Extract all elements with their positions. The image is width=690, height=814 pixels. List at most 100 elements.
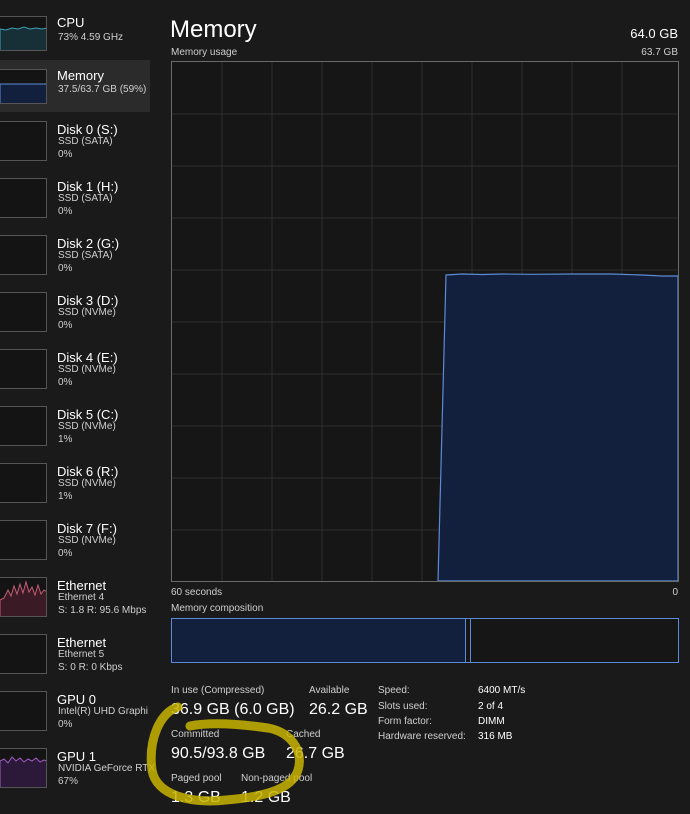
- cached-label: Cached: [286, 729, 321, 740]
- sidebar-item-usage: 0%: [58, 206, 73, 217]
- memory-thumbnail: [0, 69, 47, 104]
- sidebar-item-type: SSD (SATA): [58, 193, 113, 204]
- sidebar-item-disk-4[interactable]: Disk 4 (E:) SSD (NVMe) 0%: [0, 342, 150, 398]
- form-factor-value: DIMM: [478, 716, 505, 727]
- page-title: Memory: [170, 16, 257, 43]
- sidebar-item-ethernet-4[interactable]: Ethernet Ethernet 4 S: 1.8 R: 95.6 Mbps: [0, 570, 150, 626]
- sidebar-item-usage: 1%: [58, 491, 73, 502]
- sidebar-item-label: Disk 3 (D:): [57, 293, 119, 308]
- sidebar-item-disk-5[interactable]: Disk 5 (C:) SSD (NVMe) 1%: [0, 399, 150, 455]
- sidebar-item-usage: 1%: [58, 434, 73, 445]
- sidebar-item-type: SSD (NVMe): [58, 364, 116, 375]
- hardware-reserved-label: Hardware reserved:: [378, 731, 466, 742]
- hardware-reserved-value: 316 MB: [478, 731, 513, 742]
- slots-value: 2 of 4: [478, 701, 504, 712]
- sidebar-item-usage: 0%: [58, 548, 73, 559]
- memory-usage-label: Memory usage: [171, 47, 238, 58]
- graph-time-end: 0: [672, 587, 678, 598]
- sidebar-item-disk-1[interactable]: Disk 1 (H:) SSD (SATA) 0%: [0, 171, 150, 227]
- form-factor-label: Form factor:: [378, 716, 432, 727]
- sidebar-item-label: GPU 0: [57, 692, 97, 707]
- committed-value: 90.5/93.8 GB: [171, 745, 266, 762]
- non-paged-pool-label: Non-paged pool: [241, 773, 313, 784]
- sidebar-item-adapter: Ethernet 4: [58, 592, 105, 603]
- sidebar-item-disk-3[interactable]: Disk 3 (D:) SSD (NVMe) 0%: [0, 285, 150, 341]
- sidebar-item-throughput: S: 0 R: 0 Kbps: [58, 662, 123, 673]
- disk-5-thumbnail: [0, 406, 47, 446]
- sidebar-item-label: Disk 7 (F:): [57, 521, 117, 536]
- cached-value: 26.7 GB: [286, 745, 345, 762]
- sidebar-item-usage: 0%: [58, 149, 73, 160]
- sidebar-item-label: Disk 2 (G:): [57, 236, 120, 251]
- speed-label: Speed:: [378, 685, 410, 696]
- sidebar-item-type: SSD (NVMe): [58, 307, 116, 318]
- memory-usage-max: 63.7 GB: [641, 47, 678, 58]
- sidebar-item-throughput: S: 1.8 R: 95.6 Mbps: [58, 605, 147, 616]
- disk-3-thumbnail: [0, 292, 47, 332]
- sidebar-item-label: Disk 0 (S:): [57, 122, 118, 137]
- available-value: 26.2 GB: [309, 701, 368, 718]
- sidebar-item-model: NVIDIA GeForce RTX: [58, 763, 156, 774]
- slots-label: Slots used:: [378, 701, 428, 712]
- sidebar-item-type: SSD (SATA): [58, 250, 113, 261]
- cpu-thumbnail: [0, 16, 47, 51]
- sidebar-item-gpu-0[interactable]: GPU 0 Intel(R) UHD Graphi 0%: [0, 684, 150, 740]
- sidebar-item-type: SSD (SATA): [58, 136, 113, 147]
- sidebar-item-disk-2[interactable]: Disk 2 (G:) SSD (SATA) 0%: [0, 228, 150, 284]
- sidebar-item-ethernet-5[interactable]: Ethernet Ethernet 5 S: 0 R: 0 Kbps: [0, 627, 150, 683]
- graph-time-start: 60 seconds: [171, 587, 223, 598]
- disk-0-thumbnail: [0, 121, 47, 161]
- memory-usage-graph: [171, 61, 679, 582]
- available-label: Available: [309, 685, 350, 696]
- memory-usage-area: [437, 273, 678, 581]
- sidebar-item-usage: 0%: [58, 719, 73, 730]
- disk-1-thumbnail: [0, 178, 47, 218]
- ethernet-4-thumbnail: [0, 577, 47, 617]
- disk-7-thumbnail: [0, 520, 47, 560]
- sidebar-item-disk-6[interactable]: Disk 6 (R:) SSD (NVMe) 1%: [0, 456, 150, 512]
- paged-pool-label: Paged pool: [171, 773, 222, 784]
- sidebar-item-memory[interactable]: Memory 37.5/63.7 GB (59%): [0, 60, 150, 112]
- memory-detail-panel: Memory 64.0 GB Memory usage 63.7 GB 60 s…: [160, 0, 690, 814]
- gpu-0-thumbnail: [0, 691, 47, 731]
- sidebar-item-label: Memory: [57, 68, 104, 83]
- disk-6-thumbnail: [0, 463, 47, 503]
- sidebar-item-type: SSD (NVMe): [58, 478, 116, 489]
- committed-label: Committed: [171, 729, 220, 740]
- speed-value: 6400 MT/s: [478, 685, 526, 696]
- sidebar-item-label: Disk 4 (E:): [57, 350, 118, 365]
- non-paged-pool-value: 1.2 GB: [241, 789, 291, 806]
- sidebar-item-detail: 73% 4.59 GHz: [58, 32, 124, 43]
- in-use-value: 36.9 GB (6.0 GB): [171, 701, 295, 718]
- sidebar-item-cpu[interactable]: CPU 73% 4.59 GHz: [0, 0, 150, 56]
- sidebar-item-label: Disk 6 (R:): [57, 464, 119, 479]
- in-use-label: In use (Compressed): [171, 685, 265, 696]
- sidebar-item-label: GPU 1: [57, 749, 97, 764]
- memory-composition-label: Memory composition: [171, 603, 264, 614]
- sidebar-item-disk-0[interactable]: Disk 0 (S:) SSD (SATA) 0%: [0, 114, 150, 170]
- disk-4-thumbnail: [0, 349, 47, 389]
- ethernet-5-thumbnail: [0, 634, 47, 674]
- sidebar-item-label: Ethernet: [57, 635, 107, 650]
- disk-2-thumbnail: [0, 235, 47, 275]
- memory-total: 64.0 GB: [630, 26, 678, 41]
- gpu-1-thumbnail: [0, 748, 47, 788]
- sidebar-item-usage: 67%: [58, 776, 79, 787]
- sidebar-item-label: CPU: [57, 15, 85, 30]
- sidebar-item-disk-7[interactable]: Disk 7 (F:) SSD (NVMe) 0%: [0, 513, 150, 569]
- sidebar-item-type: SSD (NVMe): [58, 421, 116, 432]
- sidebar: CPU 73% 4.59 GHz Memory 37.5/63.7 GB (59…: [0, 0, 155, 814]
- composition-modified: [468, 619, 471, 662]
- sidebar-item-label: Ethernet: [57, 578, 107, 593]
- sidebar-item-usage: 0%: [58, 320, 73, 331]
- sidebar-item-usage: 0%: [58, 377, 73, 388]
- sidebar-item-adapter: Ethernet 5: [58, 649, 105, 660]
- memory-usage-svg: [172, 62, 678, 581]
- memory-composition-bar: [171, 618, 679, 663]
- sidebar-item-type: SSD (NVMe): [58, 535, 116, 546]
- sidebar-item-gpu-1[interactable]: GPU 1 NVIDIA GeForce RTX 67%: [0, 741, 155, 797]
- sidebar-item-usage: 0%: [58, 263, 73, 274]
- sidebar-item-label: Disk 1 (H:): [57, 179, 119, 194]
- sidebar-item-label: Disk 5 (C:): [57, 407, 119, 422]
- paged-pool-value: 1.3 GB: [171, 789, 221, 806]
